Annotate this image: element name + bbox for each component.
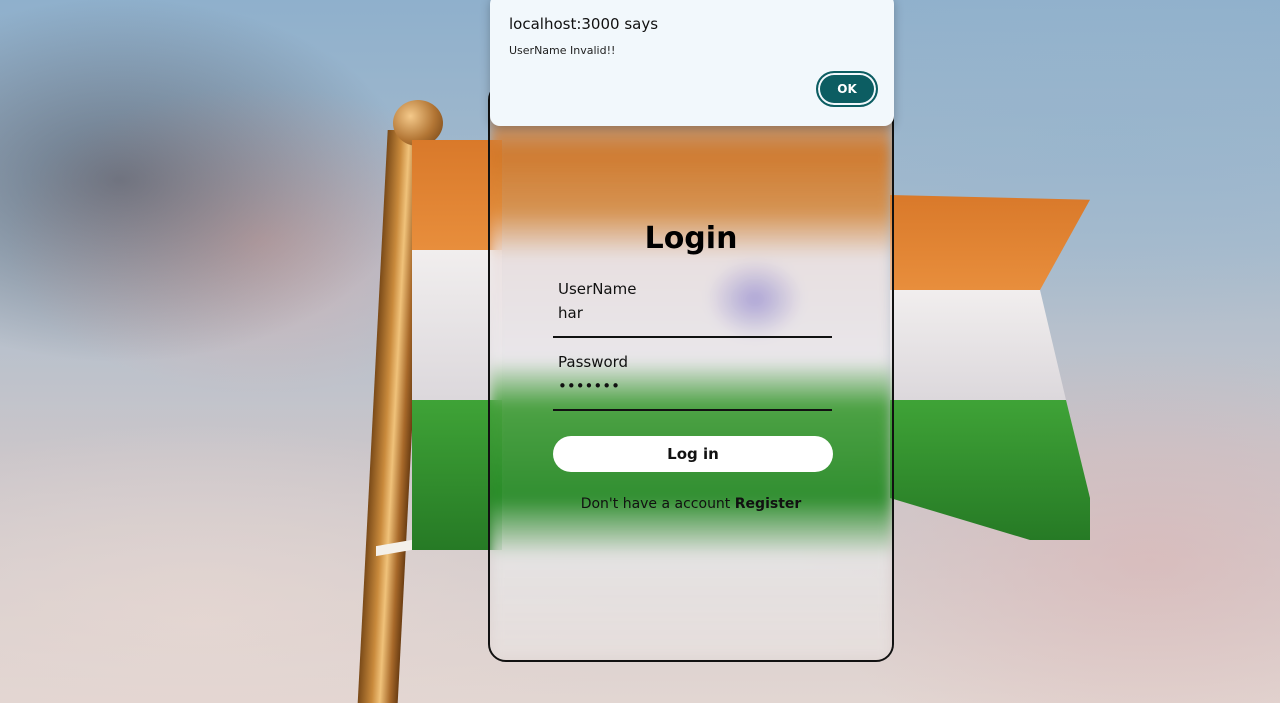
alert-title: localhost:3000 says <box>509 15 659 33</box>
register-link[interactable]: Register <box>735 496 802 512</box>
login-title: Login <box>644 221 738 256</box>
password-input[interactable] <box>558 377 818 395</box>
username-field: UserName <box>553 276 832 338</box>
password-label: Password <box>558 353 629 371</box>
login-button[interactable]: Log in <box>553 436 833 472</box>
username-input[interactable] <box>558 304 818 322</box>
password-field: Password <box>553 349 832 411</box>
alert-ok-button[interactable]: OK <box>816 71 878 107</box>
page: Login UserName Password Log in Don't hav… <box>0 0 1280 703</box>
register-prompt-text: Don't have a account <box>580 496 731 512</box>
alert-dialog: localhost:3000 says UserName Invalid!! O… <box>490 0 894 126</box>
username-label: UserName <box>558 280 637 298</box>
flag-right-part <box>890 195 1090 540</box>
login-card: Login UserName Password Log in Don't hav… <box>488 82 894 662</box>
alert-message: UserName Invalid!! <box>509 44 616 57</box>
register-prompt: Don't have a account Register <box>490 496 892 512</box>
